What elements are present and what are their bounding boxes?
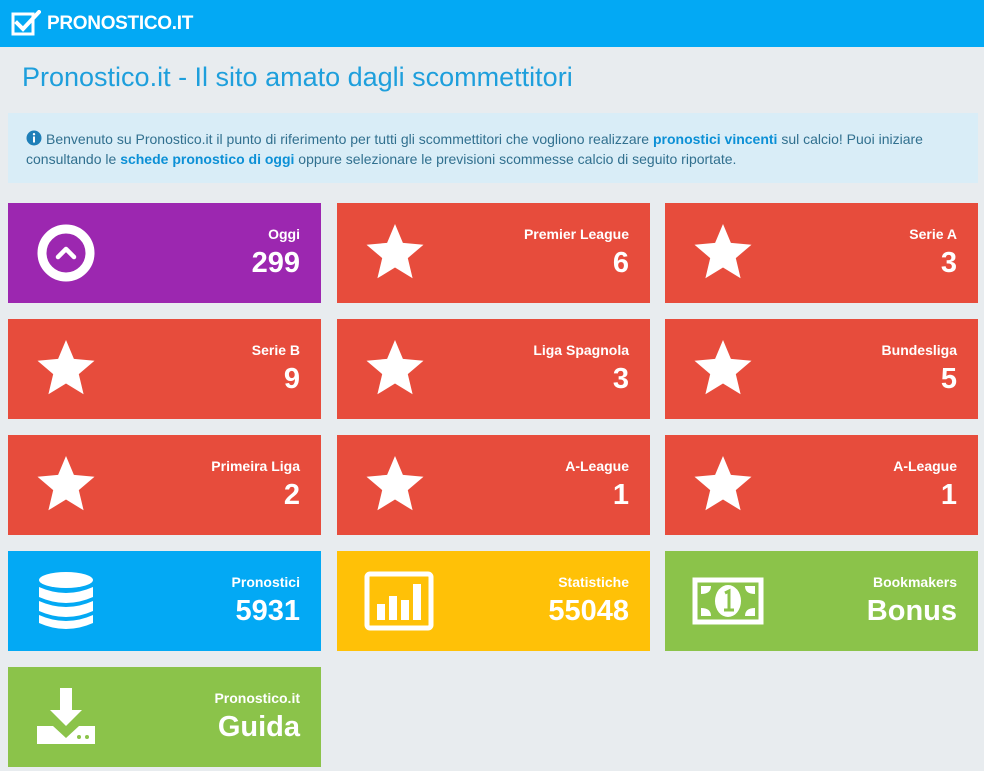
tile-label: Statistiche [558, 574, 629, 590]
star-icon [694, 340, 752, 395]
tile-value: 6 [612, 247, 629, 279]
tile-label: Liga Spagnola [533, 342, 629, 358]
tile-a-league[interactable]: A-League 1 [337, 435, 650, 535]
tile-value: 5 [940, 363, 957, 395]
info-text-1: Benvenuto su Pronostico.it il punto di r… [46, 131, 653, 147]
tile-label: Primeira Liga [211, 458, 300, 474]
tile-label: Pronostici [231, 574, 300, 590]
tile-a-league-2[interactable]: A-League 1 [665, 435, 978, 535]
star-icon [694, 456, 752, 511]
money-icon [692, 577, 764, 625]
tile-label: Premier League [523, 226, 629, 242]
tile-label: Pronostico.it [214, 690, 300, 706]
star-icon [366, 456, 424, 511]
tile-serie-a[interactable]: Serie A 3 [665, 203, 978, 303]
bar-chart-icon [364, 571, 434, 631]
tile-value: 55048 [548, 595, 629, 627]
brand-logo[interactable]: PRONOSTICO.IT [11, 9, 193, 38]
tile-value: 299 [251, 247, 300, 279]
tile-value: Bonus [866, 595, 957, 627]
tile-value: 3 [612, 363, 629, 395]
brand-name: PRONOSTICO.IT [47, 12, 193, 34]
tile-label: A-League [893, 458, 957, 474]
info-text-3: oppure selezionare le previsioni scommes… [294, 151, 737, 167]
tile-value: 5931 [235, 595, 300, 627]
download-icon [37, 688, 95, 744]
tile-serie-b[interactable]: Serie B 9 [8, 319, 321, 419]
tile-value: 2 [283, 479, 300, 511]
tile-label: Serie B [251, 342, 300, 358]
tile-premier-league[interactable]: Premier League 6 [337, 203, 650, 303]
tile-label: Serie A [909, 226, 957, 242]
tile-statistiche[interactable]: Statistiche 55048 [337, 551, 650, 651]
top-navbar: PRONOSTICO.IT [0, 0, 984, 47]
info-highlight: pronostici vincenti [652, 131, 778, 147]
star-icon [366, 224, 424, 279]
star-icon [366, 340, 424, 395]
tile-value: 9 [283, 363, 300, 395]
star-icon [37, 340, 95, 395]
tile-guida[interactable]: Pronostico.it Guida [8, 667, 321, 767]
database-icon [39, 572, 93, 629]
tile-label: Bundesliga [881, 342, 957, 358]
checkbox-logo-icon [11, 9, 41, 35]
tile-value: 1 [612, 479, 629, 511]
tile-value: Guida [217, 711, 300, 743]
tile-primeira-liga[interactable]: Primeira Liga 2 [8, 435, 321, 535]
tile-value: 3 [940, 247, 957, 279]
tile-pronostici[interactable]: Pronostici 5931 [8, 551, 321, 651]
page-title: Pronostico.it - Il sito amato dagli scom… [22, 62, 573, 92]
tile-label: Oggi [268, 226, 300, 242]
tile-oggi[interactable]: Oggi 299 [8, 203, 321, 303]
tile-liga-spagnola[interactable]: Liga Spagnola 3 [337, 319, 650, 419]
tile-bookmakers[interactable]: Bookmakers Bonus [665, 551, 978, 651]
tile-label: A-League [565, 458, 629, 474]
info-circle-icon [26, 130, 42, 146]
star-icon [37, 456, 95, 511]
star-icon [694, 224, 752, 279]
schede-oggi-link[interactable]: schede pronostico di oggi [120, 151, 294, 167]
tile-bundesliga[interactable]: Bundesliga 5 [665, 319, 978, 419]
chevron-up-circle-icon [37, 224, 95, 282]
welcome-info-box: Benvenuto su Pronostico.it il punto di r… [8, 113, 978, 183]
tile-value: 1 [940, 479, 957, 511]
tile-label: Bookmakers [872, 574, 957, 590]
